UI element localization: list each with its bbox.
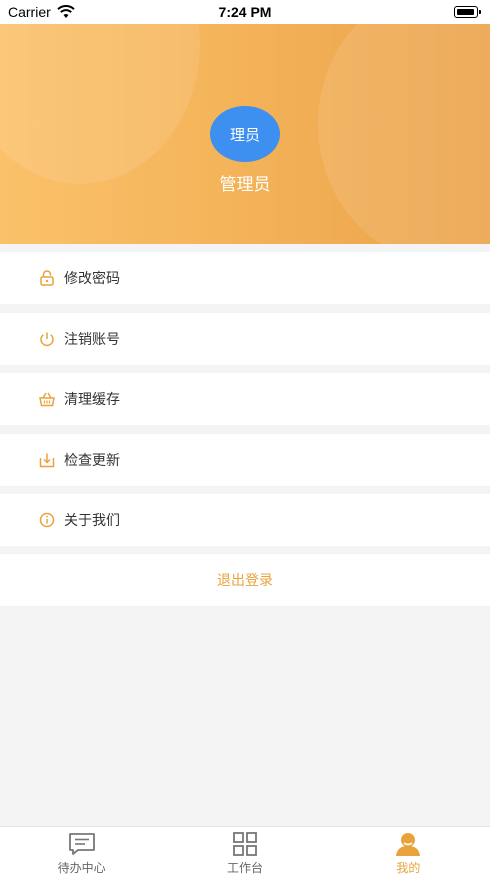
- tab-bar: 待办中心 工作台 我的: [0, 826, 490, 876]
- header-decoration: [318, 24, 490, 244]
- tab-workbench[interactable]: 工作台: [163, 827, 326, 876]
- menu-item-cancel-account[interactable]: 注销账号: [0, 313, 490, 365]
- menu-item-clear-cache[interactable]: 清理缓存: [0, 373, 490, 425]
- menu-item-check-update[interactable]: 检查更新: [0, 434, 490, 486]
- tab-label: 待办中心: [57, 861, 106, 875]
- battery-icon: [454, 6, 481, 18]
- menu-item-label: 关于我们: [64, 513, 120, 529]
- menu-item-change-password[interactable]: 修改密码: [0, 252, 490, 304]
- basket-icon: [38, 390, 56, 408]
- status-time: 7:24 PM: [218, 4, 272, 20]
- person-icon: [393, 831, 423, 857]
- power-icon: [38, 330, 56, 348]
- status-bar: Carrier 7:24 PM: [0, 0, 490, 24]
- user-name: 管理员: [219, 175, 271, 195]
- tab-todo-center[interactable]: 待办中心: [0, 827, 163, 876]
- header-decoration: [0, 24, 200, 184]
- menu-item-label: 注销账号: [64, 332, 120, 348]
- menu-item-label: 检查更新: [64, 453, 120, 469]
- menu-item-label: 修改密码: [64, 271, 120, 287]
- logout-button[interactable]: 退出登录: [0, 554, 490, 606]
- menu-item-about-us[interactable]: 关于我们: [0, 494, 490, 546]
- tab-label: 工作台: [226, 861, 263, 875]
- info-icon: [38, 511, 56, 529]
- avatar[interactable]: 理员: [210, 106, 280, 162]
- lock-icon: [38, 269, 56, 287]
- tab-mine[interactable]: 我的: [327, 827, 490, 876]
- profile-header: 理员 管理员: [0, 24, 490, 244]
- message-icon: [67, 831, 97, 857]
- menu-item-label: 清理缓存: [64, 392, 120, 408]
- tab-label: 我的: [396, 861, 421, 875]
- download-icon: [38, 451, 56, 469]
- grid-icon: [230, 831, 260, 857]
